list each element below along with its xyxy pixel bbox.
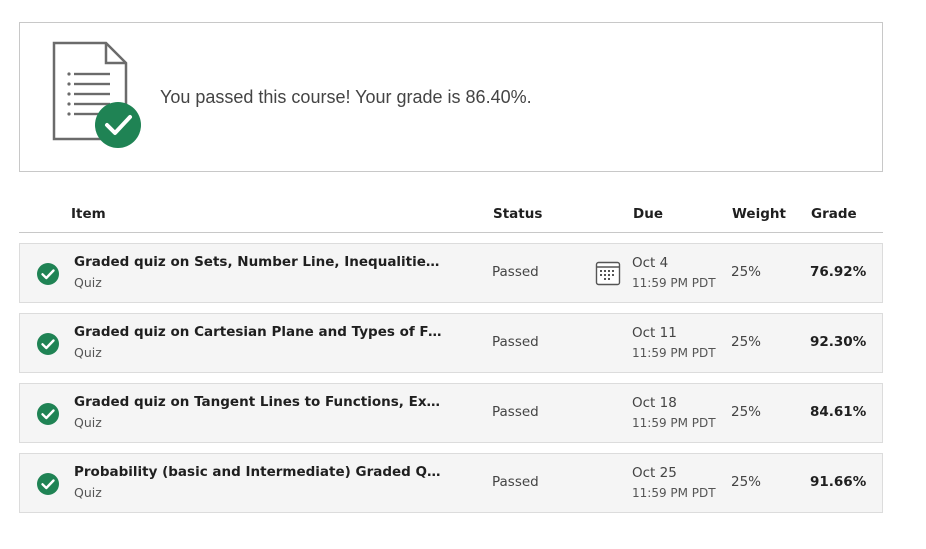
column-header-item: Item [71, 206, 106, 222]
grades-table-header: Item Status Due Weight Grade [19, 200, 883, 233]
column-header-weight: Weight [732, 206, 786, 222]
status-text: Passed [492, 474, 539, 490]
table-row[interactable]: Graded quiz on Tangent Lines to Function… [19, 383, 883, 443]
check-circle-icon [37, 473, 59, 495]
item-type: Quiz [74, 345, 102, 360]
document-check-icon [52, 41, 141, 148]
item-title-link[interactable]: Graded quiz on Sets, Number Line, Inequa… [74, 254, 444, 270]
weight-value: 25% [731, 404, 762, 420]
due-date: Oct 4 [632, 255, 669, 271]
status-text: Passed [492, 264, 539, 280]
status-text: Passed [492, 404, 539, 420]
status-text: Passed [492, 334, 539, 350]
due-time: 11:59 PM PDT [632, 346, 716, 360]
column-header-grade: Grade [811, 206, 857, 222]
weight-value: 25% [731, 264, 762, 280]
due-time: 11:59 PM PDT [632, 276, 716, 290]
item-title-link[interactable]: Graded quiz on Tangent Lines to Function… [74, 394, 444, 410]
weight-value: 25% [731, 474, 762, 490]
grade-value: 92.30% [810, 334, 867, 350]
table-row[interactable]: Probability (basic and Intermediate) Gra… [19, 453, 883, 513]
due-date: Oct 11 [632, 325, 677, 341]
grade-value: 91.66% [810, 474, 867, 490]
grade-value: 76.92% [810, 264, 867, 280]
weight-value: 25% [731, 334, 762, 350]
column-header-due: Due [633, 206, 663, 222]
due-time: 11:59 PM PDT [632, 416, 716, 430]
column-header-status: Status [493, 206, 543, 222]
check-circle-icon [37, 333, 59, 355]
due-date: Oct 25 [632, 465, 677, 481]
table-row[interactable]: Graded quiz on Sets, Number Line, Inequa… [19, 243, 883, 303]
table-row[interactable]: Graded quiz on Cartesian Plane and Types… [19, 313, 883, 373]
item-type: Quiz [74, 485, 102, 500]
due-date: Oct 18 [632, 395, 677, 411]
due-time: 11:59 PM PDT [632, 486, 716, 500]
grade-value: 84.61% [810, 404, 867, 420]
item-title-link[interactable]: Graded quiz on Cartesian Plane and Types… [74, 324, 444, 340]
check-circle-icon [37, 263, 59, 285]
calendar-icon[interactable] [595, 259, 621, 287]
check-circle-icon [37, 403, 59, 425]
item-type: Quiz [74, 415, 102, 430]
item-title-link[interactable]: Probability (basic and Intermediate) Gra… [74, 464, 444, 480]
item-type: Quiz [74, 275, 102, 290]
course-passed-banner: You passed this course! Your grade is 86… [19, 22, 883, 172]
course-grade-message: You passed this course! Your grade is 86… [160, 87, 532, 107]
